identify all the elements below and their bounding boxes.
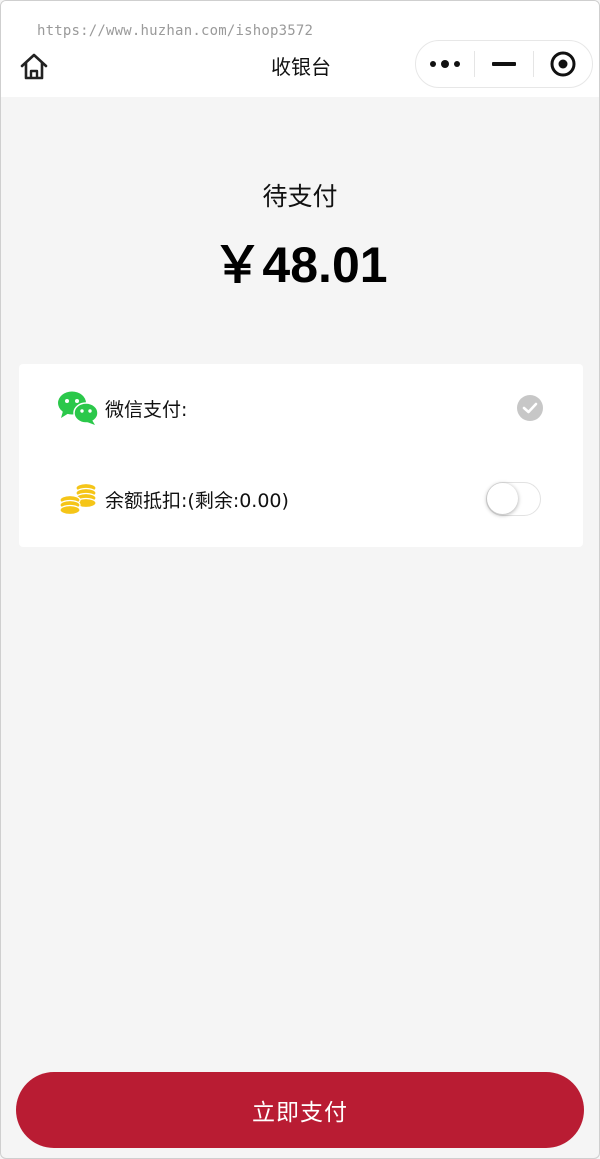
payment-status: 待支付 bbox=[262, 182, 338, 211]
balance-deduct-option: 余额抵扣:(剩余:0.00) bbox=[19, 459, 583, 539]
balance-deduct-label: 余额抵扣:(剩余:0.00) bbox=[105, 489, 289, 512]
payment-amount: ￥48.01 bbox=[212, 237, 388, 293]
more-dots-icon bbox=[430, 60, 460, 68]
selected-check[interactable] bbox=[517, 395, 543, 421]
watermark-text: https://www.huzhan.com/ishop3572 bbox=[37, 23, 314, 39]
close-button[interactable] bbox=[534, 41, 592, 87]
wechat-icon bbox=[57, 388, 99, 428]
wechat-pay-option[interactable]: 微信支付: bbox=[19, 368, 583, 448]
more-button[interactable] bbox=[416, 41, 474, 87]
mini-program-capsule bbox=[415, 40, 593, 88]
checkmark-icon bbox=[522, 402, 538, 414]
toggle-knob bbox=[487, 483, 518, 514]
balance-toggle[interactable] bbox=[486, 482, 541, 516]
navigation-bar: 收银台 bbox=[1, 1, 599, 97]
minimize-button[interactable] bbox=[475, 41, 533, 87]
payment-methods-card: 微信支付: 余额抵扣:(剩余:0.00) bbox=[19, 364, 583, 547]
coins-icon bbox=[57, 479, 99, 519]
app-window: 收银台 https://www.huzhan.com/ishop3572 待支付… bbox=[0, 0, 600, 1159]
minimize-icon bbox=[492, 62, 516, 66]
pay-now-button[interactable]: 立即支付 bbox=[16, 1072, 584, 1148]
wechat-pay-label: 微信支付: bbox=[105, 398, 188, 421]
target-close-icon bbox=[550, 51, 576, 77]
